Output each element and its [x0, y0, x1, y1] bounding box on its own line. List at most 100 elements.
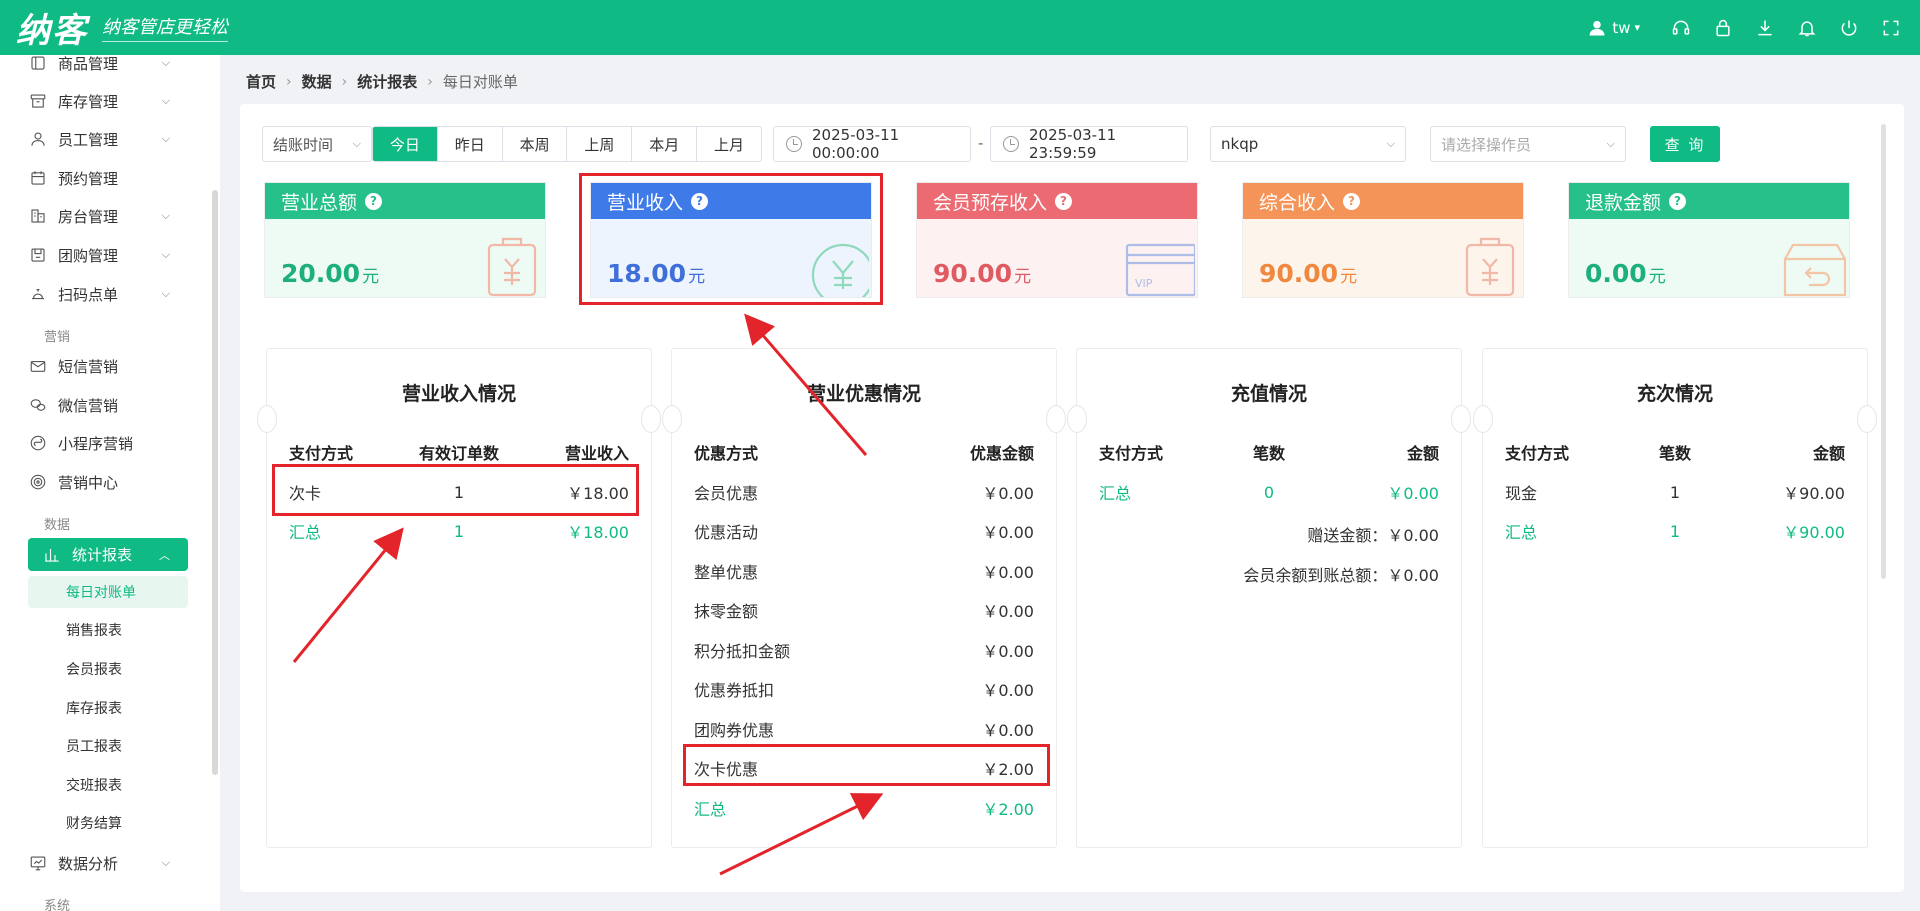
user-menu[interactable]: tw ▾ [1586, 17, 1640, 39]
sidebar-item-stock[interactable]: 库存管理 ⌵ [28, 84, 188, 118]
fullscreen-icon[interactable] [1880, 17, 1902, 39]
sidebar-item-staff[interactable]: 员工管理 ⌵ [28, 122, 188, 156]
logo[interactable]: 纳客 纳客管店更轻松 [0, 3, 228, 52]
sidebar-subitem-daily-statement[interactable]: 每日对账单 [28, 576, 188, 608]
panel-scrollbar[interactable] [1881, 124, 1886, 579]
vip-label: VIP [1135, 277, 1153, 290]
stat-card-header: 退款金额 ? [1569, 183, 1849, 219]
table-row: 优惠活动 ￥0.00 [694, 516, 1034, 546]
column-header: 支付方式 [1505, 444, 1570, 463]
sidebar-subitem-member-report[interactable]: 会员报表 [28, 653, 188, 685]
sidebar-item-reports[interactable]: 统计报表 ︿ [28, 538, 188, 571]
bar-chart-icon [42, 545, 62, 565]
range-tab-last-week[interactable]: 上周 [567, 127, 633, 161]
column-header: 营业收入 [564, 444, 629, 463]
start-date-input[interactable]: 2025-03-11 00:00:00 [773, 126, 971, 162]
stat-label: 营业总额 [281, 191, 358, 214]
sidebar-item-booking[interactable]: 预约管理 [28, 161, 188, 195]
wechat-icon [28, 395, 48, 415]
card-notch [257, 405, 277, 433]
table-cell: 抹零金额 [694, 602, 759, 621]
table-cell: 现金 [1505, 484, 1538, 503]
range-tab-yesterday[interactable]: 昨日 [438, 127, 503, 161]
store-value: nkqp [1221, 135, 1259, 153]
operator-select[interactable]: 请选择操作员 ⌵ [1430, 126, 1626, 162]
column-header: 优惠方式 [694, 444, 759, 463]
card-notch [662, 405, 682, 433]
sidebar-item-miniprogram[interactable]: 小程序营销 [28, 426, 188, 460]
card-title: 营业优惠情况 [806, 383, 921, 405]
store-select[interactable]: nkqp ⌵ [1210, 126, 1406, 162]
stat-label: 会员预存收入 [933, 191, 1048, 214]
end-date-input[interactable]: 2025-03-11 23:59:59 [990, 126, 1188, 162]
sidebar-subitem-stock-report[interactable]: 库存报表 [28, 692, 188, 724]
chevron-down-icon: ⌵ [161, 132, 170, 145]
sidebar-item-groupbuy[interactable]: 团购管理 ⌵ [28, 238, 188, 272]
sidebar-item-sms[interactable]: 短信营销 [28, 349, 188, 383]
help-icon[interactable]: ? [1055, 192, 1073, 210]
clock-icon [1003, 136, 1019, 152]
table-cell: ￥0.00 [982, 681, 1034, 700]
sidebar-item-wechat[interactable]: 微信营销 [28, 388, 188, 422]
range-tab-this-week[interactable]: 本周 [503, 127, 568, 161]
help-icon[interactable]: ? [691, 192, 709, 210]
breadcrumb-reports[interactable]: 统计报表 [357, 71, 417, 92]
card-notch [1046, 405, 1066, 433]
lock-icon[interactable] [1712, 17, 1734, 39]
vip-card-icon: VIP [1123, 235, 1197, 297]
building-icon [28, 206, 48, 226]
breadcrumb-data[interactable]: 数据 [302, 71, 332, 92]
sidebar-subitem-staff-report[interactable]: 员工报表 [28, 730, 188, 762]
monitor-chart-icon [28, 853, 48, 873]
range-tab-this-month[interactable]: 本月 [632, 127, 698, 161]
table-cell: 1 [453, 521, 465, 541]
section-label-system: 系统 [44, 899, 71, 911]
sidebar-item-analysis[interactable]: 数据分析 ⌵ [28, 846, 188, 880]
sidebar-item-rooms[interactable]: 房台管理 ⌵ [28, 199, 188, 233]
stat-label: 综合收入 [1259, 191, 1336, 214]
table-cell: 汇总 [1505, 523, 1538, 542]
sidebar-item-label: 库存管理 [58, 92, 119, 111]
chevron-down-icon: ⌵ [161, 94, 170, 107]
chevron-right-icon: › [341, 73, 348, 90]
sidebar-subitem-finance[interactable]: 财务结算 [28, 807, 188, 839]
help-icon[interactable]: ? [1343, 192, 1361, 210]
help-icon[interactable]: ? [365, 192, 383, 210]
service-bell-icon [28, 284, 48, 304]
user-name: tw [1612, 18, 1631, 37]
sidebar-item-label: 房台管理 [58, 207, 119, 226]
table-cell: 汇总 [694, 800, 727, 819]
range-tab-today[interactable]: 今日 [373, 127, 438, 161]
range-tab-last-month[interactable]: 上月 [697, 127, 761, 161]
sidebar-item-goods[interactable]: 商品管理 ⌵ [28, 55, 188, 80]
power-icon[interactable] [1838, 17, 1860, 39]
sidebar-subitem-shift-report[interactable]: 交班报表 [28, 769, 188, 801]
headset-icon[interactable] [1670, 17, 1692, 39]
table-cell: ￥2.00 [982, 800, 1034, 819]
help-icon[interactable]: ? [1669, 192, 1687, 210]
table-header: 优惠方式 优惠金额 [694, 437, 1034, 467]
column-header: 笔数 [1658, 444, 1691, 463]
calendar-icon [28, 168, 48, 188]
sidebar-item-label: 小程序营销 [58, 434, 134, 453]
card-notch [1067, 405, 1087, 433]
query-button[interactable]: 查 询 [1650, 126, 1720, 162]
stat-number: 90.00 [933, 259, 1013, 288]
sidebar-item-marketing-center[interactable]: 营销中心 [28, 465, 188, 499]
table-cell: 次卡优惠 [694, 760, 759, 779]
sidebar-item-label: 团购管理 [58, 246, 119, 265]
bell-icon[interactable] [1796, 17, 1818, 39]
sidebar-subitem-sales-report[interactable]: 销售报表 [28, 614, 188, 646]
sidebar: 商品管理 ⌵ 库存管理 ⌵ 员工管理 ⌵ 预约管理 房台管理 ⌵ 团购管理 ⌵ … [0, 55, 220, 911]
sidebar-scrollbar[interactable] [212, 190, 218, 775]
stat-value: 18.00 元 [607, 259, 705, 288]
table-total-row: 汇总 0 ￥0.00 [1099, 477, 1439, 507]
chevron-down-icon: ⌵ [161, 209, 170, 222]
time-type-select[interactable]: 结账时间 ⌵ [262, 126, 372, 162]
breadcrumb-home[interactable]: 首页 [246, 71, 276, 92]
sidebar-item-scan-order[interactable]: 扫码点单 ⌵ [28, 277, 188, 311]
stat-label: 营业收入 [607, 191, 684, 214]
table-total-row: 汇总 1 ￥18.00 [289, 516, 629, 546]
table-cell: ￥0.00 [982, 523, 1034, 542]
download-icon[interactable] [1754, 17, 1776, 39]
